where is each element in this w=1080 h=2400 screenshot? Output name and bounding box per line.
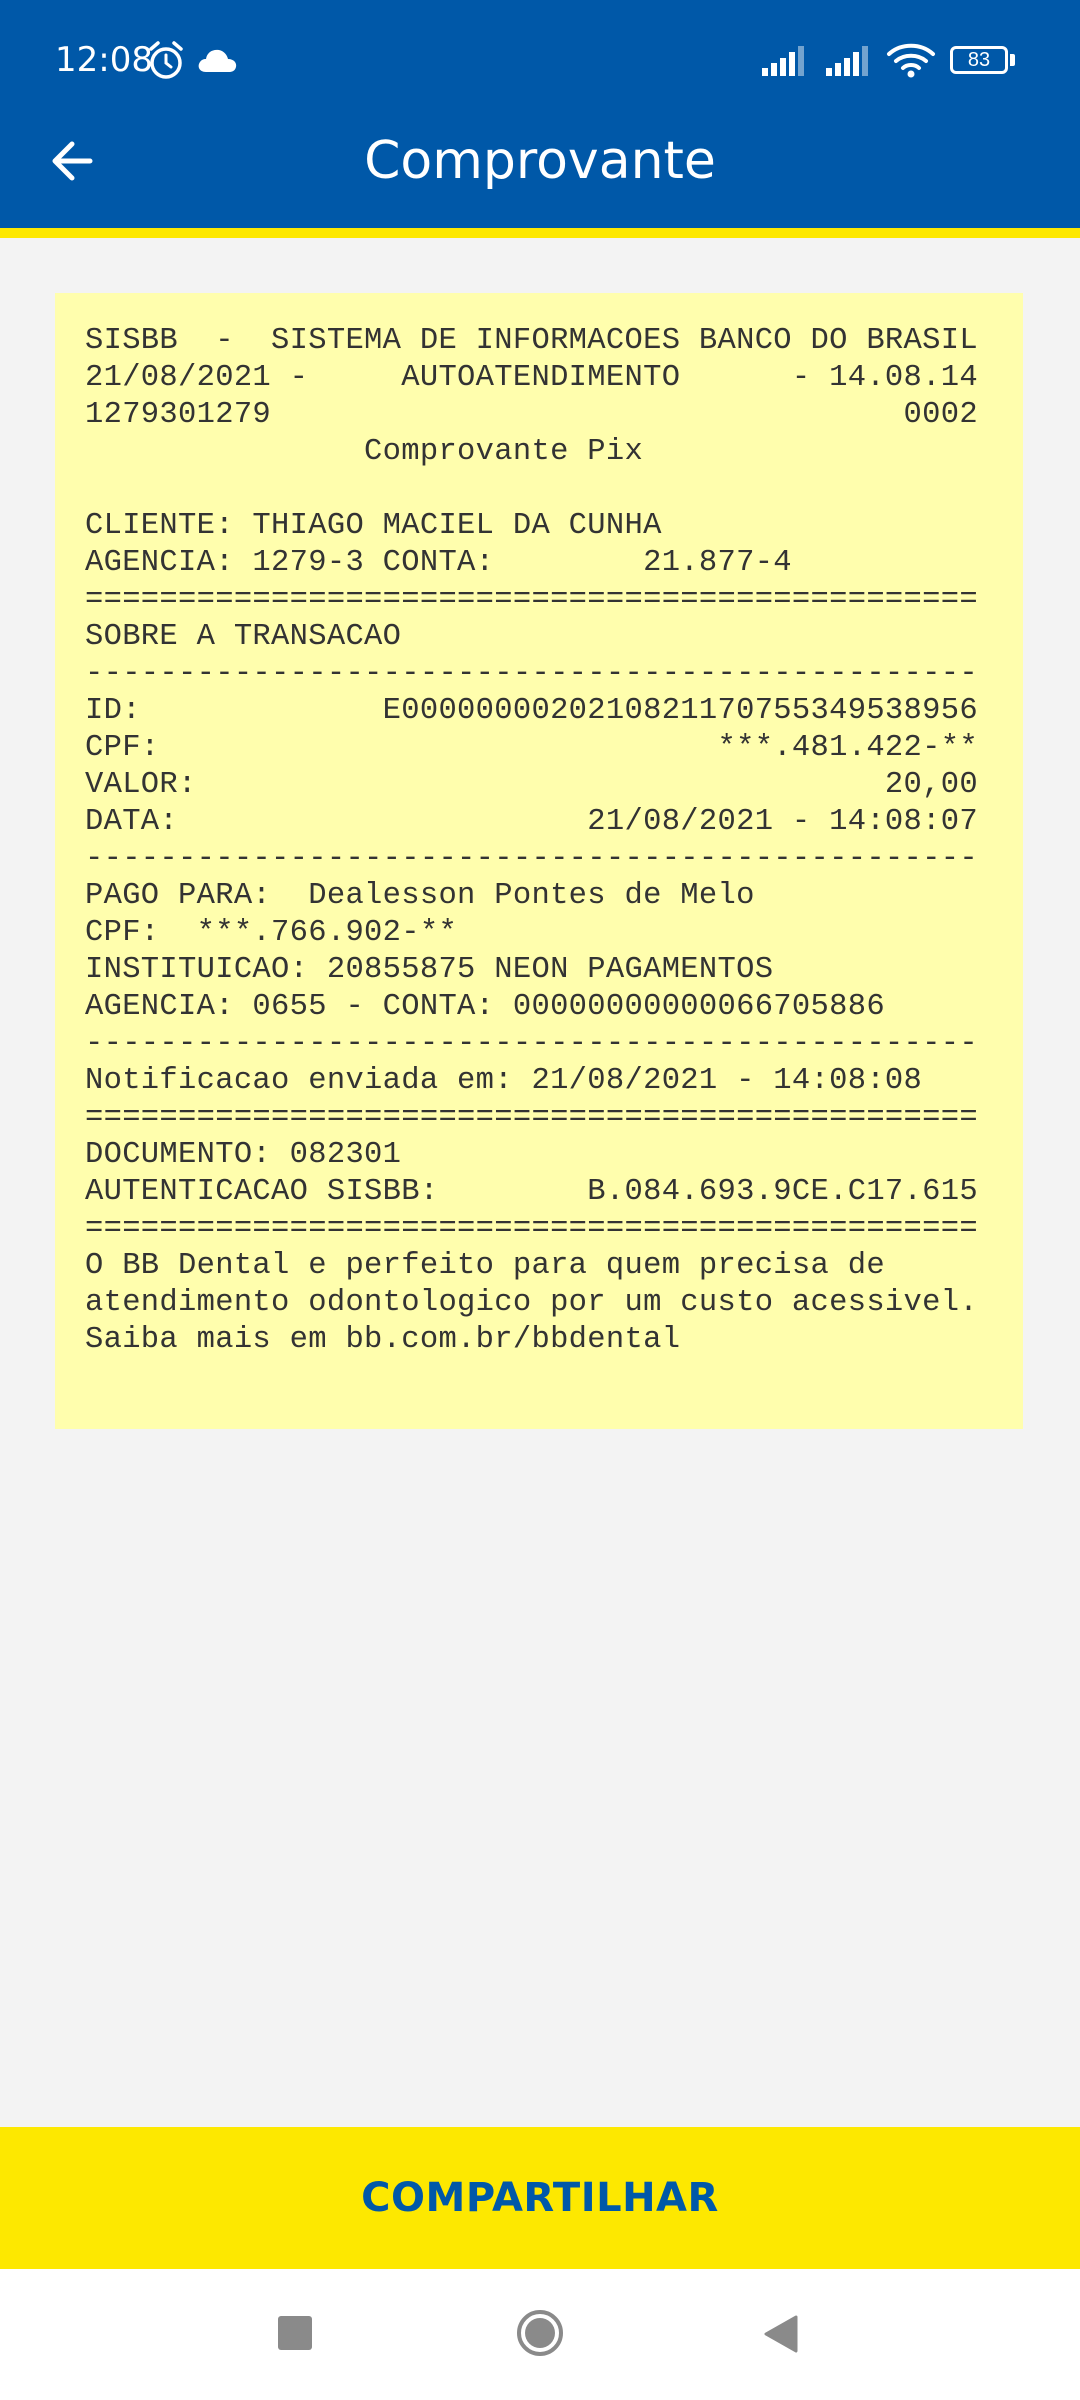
home-icon[interactable] bbox=[515, 2308, 565, 2358]
receipt-line: PAGO PARA: Dealesson Pontes de Melo bbox=[85, 879, 755, 913]
receipt-line: 1279301279 0002 bbox=[85, 398, 978, 432]
share-button-label: COMPARTILHAR bbox=[361, 2175, 719, 2221]
receipt-line: ----------------------------------------… bbox=[85, 1027, 978, 1061]
receipt-line: Notificacao enviada em: 21/08/2021 - 14:… bbox=[85, 1064, 923, 1098]
receipt-line: INSTITUICAO: 20855875 NEON PAGAMENTOS bbox=[85, 953, 774, 987]
receipt-line: DOCUMENTO: 082301 bbox=[85, 1138, 402, 1172]
receipt-line: Saiba mais em bb.com.br/bbdental bbox=[85, 1323, 681, 1357]
receipt-line: DATA: 21/08/2021 - 14:08:07 bbox=[85, 805, 978, 839]
receipt-line: ========================================… bbox=[85, 583, 978, 617]
receipt-line: SISBB - SISTEMA DE INFORMACOES BANCO DO … bbox=[85, 324, 978, 358]
back-triangle-icon[interactable] bbox=[762, 2314, 800, 2354]
receipt-line: Comprovante Pix bbox=[85, 435, 644, 469]
share-button[interactable]: COMPARTILHAR bbox=[0, 2127, 1080, 2269]
receipt-line: AUTENTICACAO SISBB: B.084.693.9CE.C17.61… bbox=[85, 1175, 978, 1209]
receipt-line: ID: E0000000020210821170755349538956 bbox=[85, 694, 978, 728]
receipt-line: AGENCIA: 1279-3 CONTA: 21.877-4 bbox=[85, 546, 792, 580]
receipt-line: 21/08/2021 - AUTOATENDIMENTO - 14.08.14 bbox=[85, 361, 978, 395]
status-time: 12:08 bbox=[55, 40, 153, 80]
receipt-line: VALOR: 20,00 bbox=[85, 768, 978, 802]
alarm-icon bbox=[149, 41, 183, 79]
receipt-line: atendimento odontologico por um custo ac… bbox=[85, 1286, 978, 1320]
receipt-line: O BB Dental e perfeito para quem precisa… bbox=[85, 1249, 885, 1283]
page-title: Comprovante bbox=[364, 131, 716, 191]
receipt-line: CLIENTE: THIAGO MACIEL DA CUNHA bbox=[85, 509, 662, 543]
battery-icon: 83 bbox=[950, 46, 1008, 74]
receipt-line: ========================================… bbox=[85, 1212, 978, 1246]
receipt-line: CPF: ***.481.422-** bbox=[85, 731, 978, 765]
recent-apps-icon[interactable] bbox=[278, 2316, 312, 2350]
receipt-line bbox=[85, 471, 1023, 508]
signal-icon bbox=[762, 46, 804, 76]
receipt-line: CPF: ***.766.902-** bbox=[85, 916, 458, 950]
receipt-line: SOBRE A TRANSACAO bbox=[85, 620, 402, 654]
receipt-line: ========================================… bbox=[85, 1101, 978, 1135]
receipt-line: ----------------------------------------… bbox=[85, 657, 978, 691]
receipt: SISBB - SISTEMA DE INFORMACOES BANCO DO … bbox=[55, 293, 1023, 1429]
app-bar-stripe bbox=[0, 228, 1080, 238]
cloud-icon bbox=[198, 49, 237, 72]
receipt-line: AGENCIA: 0655 - CONTA: 00000000000066705… bbox=[85, 990, 885, 1024]
battery-tip bbox=[1010, 54, 1015, 66]
status-bar: 12:08 83 bbox=[0, 0, 1080, 120]
battery-level: 83 bbox=[967, 49, 991, 71]
signal-icon bbox=[826, 46, 868, 76]
wifi-icon bbox=[887, 43, 935, 78]
receipt-line: ----------------------------------------… bbox=[85, 842, 978, 876]
